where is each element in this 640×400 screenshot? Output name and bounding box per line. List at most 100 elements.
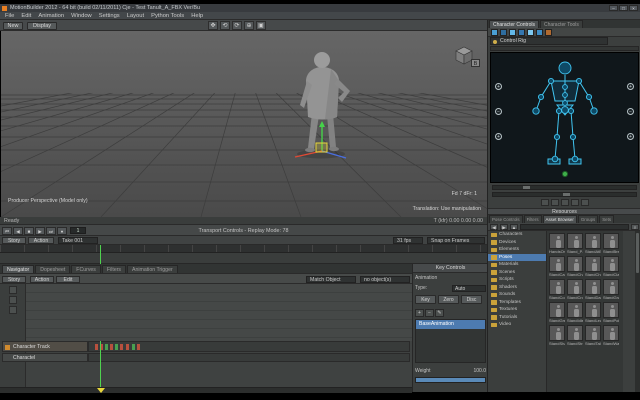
- story-mode-button[interactable]: Edit: [56, 275, 80, 283]
- folder-item[interactable]: Poses: [488, 253, 546, 261]
- asset-thumbnail[interactable]: StandDance..: [585, 279, 601, 300]
- keyframe-mark[interactable]: [115, 344, 118, 350]
- character-toolbar-icon[interactable]: [527, 28, 534, 36]
- forward-icon[interactable]: ▶: [500, 223, 508, 230]
- layer-tool-button[interactable]: +: [415, 309, 424, 317]
- camera-nav-icon[interactable]: ⟳: [232, 21, 242, 30]
- back-icon[interactable]: ◀: [490, 223, 498, 230]
- window-control-button[interactable]: –: [609, 5, 618, 11]
- navigator-tab[interactable]: Animation Trigger: [127, 265, 178, 273]
- layer-tool-button[interactable]: ✎: [435, 309, 444, 317]
- resources-tab[interactable]: Groups: [577, 215, 599, 223]
- asset-thumbnail[interactable]: HandsOnHip..: [549, 233, 565, 254]
- keyframe-mark[interactable]: [120, 344, 123, 350]
- keyframe-mark[interactable]: [95, 344, 98, 350]
- character-panel-tab[interactable]: Character Tools: [539, 20, 583, 28]
- navigator-tab[interactable]: Navigator: [2, 265, 35, 273]
- weight-slider[interactable]: [415, 377, 486, 383]
- key-button[interactable]: Zero: [438, 295, 459, 304]
- asset-thumbnail[interactable]: Stand_P..: [567, 233, 583, 254]
- slider-handle[interactable]: [563, 193, 570, 196]
- take-select[interactable]: Take 001: [58, 237, 98, 244]
- folder-item[interactable]: Characters: [488, 231, 546, 239]
- menu-item[interactable]: Settings: [99, 13, 120, 19]
- viewport-3d[interactable]: Producer Perspective (Model only) Fd 7 d…: [1, 31, 487, 217]
- folder-item[interactable]: Materials: [488, 261, 546, 269]
- window-control-button[interactable]: □: [619, 5, 628, 11]
- asset-thumbnail[interactable]: StandIdle..: [567, 302, 583, 323]
- camera-nav-icon[interactable]: ⊕: [244, 21, 254, 30]
- navigator-tab[interactable]: Dopesheet: [35, 265, 71, 273]
- asset-thumbnail[interactable]: StandLean..: [585, 302, 601, 323]
- blend-slider[interactable]: [492, 192, 637, 197]
- resources-tab[interactable]: Sets: [599, 215, 615, 223]
- character-toolbar-icon[interactable]: [518, 28, 525, 36]
- timeline-ruler[interactable]: [0, 245, 487, 253]
- folder-item[interactable]: Textures: [488, 306, 546, 314]
- blend-slider[interactable]: [492, 185, 637, 190]
- camera-nav-icon[interactable]: ✥: [208, 21, 218, 30]
- character-toolbar-icon[interactable]: [500, 28, 507, 36]
- key-button[interactable]: Disc: [461, 295, 482, 304]
- rig-expand-button[interactable]: +: [627, 133, 634, 140]
- character-panel-tab[interactable]: Character Controls: [489, 20, 539, 28]
- asset-thumbnail[interactable]: StandStret..: [567, 325, 583, 346]
- navigator-tab[interactable]: Filters: [101, 265, 127, 273]
- rig-expand-button[interactable]: −: [627, 108, 634, 115]
- rig-expand-button[interactable]: +: [495, 133, 502, 140]
- menu-item[interactable]: Python Tools: [151, 13, 184, 19]
- character-track-lane[interactable]: [88, 341, 410, 352]
- asset-thumbnail[interactable]: StandClap..: [603, 256, 619, 277]
- asset-thumbnail[interactable]: StandGreet..: [549, 302, 565, 323]
- orientation-cube-icon[interactable]: [455, 46, 473, 65]
- folder-item[interactable]: Scenes: [488, 269, 546, 277]
- folder-item[interactable]: Sounds: [488, 291, 546, 299]
- character-toolbar-icon[interactable]: [491, 28, 498, 36]
- camera-nav-icon[interactable]: ▣: [256, 21, 266, 30]
- resources-header[interactable]: Resources: [488, 208, 640, 215]
- action-toggle[interactable]: Action: [28, 237, 54, 244]
- character-subtrack-lane[interactable]: [88, 353, 410, 362]
- asset-thumbnail[interactable]: StandTalk..: [585, 325, 601, 346]
- folder-item[interactable]: Video: [488, 321, 546, 329]
- camera-label[interactable]: Producer Perspective (Model only): [8, 198, 88, 204]
- keyframe-mark[interactable]: [126, 344, 129, 350]
- resources-tab[interactable]: Pose Controls: [489, 215, 523, 223]
- asset-thumbnail[interactable]: StandGrab..: [603, 279, 619, 300]
- rig-expand-button[interactable]: +: [495, 83, 502, 90]
- fps-select[interactable]: 31 fps: [393, 237, 423, 244]
- match-object-field[interactable]: Match Object: [306, 275, 356, 283]
- asset-thumbnail[interactable]: StandPoint..: [603, 302, 619, 323]
- rig-option-icon[interactable]: [570, 199, 579, 206]
- character-track-header[interactable]: Character Track: [2, 341, 88, 352]
- snap-select[interactable]: Snap on Frames: [427, 237, 485, 244]
- navigator-tab[interactable]: FCurves: [71, 265, 101, 273]
- source-selector[interactable]: Control Rig: [490, 37, 608, 45]
- keyframe-mark[interactable]: [110, 344, 113, 350]
- keyframe-mark[interactable]: [132, 344, 135, 350]
- timeline-track-strip[interactable]: [0, 253, 487, 264]
- folder-item[interactable]: Shaders: [488, 284, 546, 292]
- folder-item[interactable]: Elements: [488, 246, 546, 254]
- story-rail-icon[interactable]: [8, 286, 17, 294]
- window-control-button[interactable]: ×: [629, 5, 638, 11]
- folder-item[interactable]: Scripts: [488, 276, 546, 284]
- layer-tool-button[interactable]: −: [425, 309, 434, 317]
- rig-option-icon[interactable]: [550, 199, 559, 206]
- story-mode-button[interactable]: Action: [30, 275, 54, 283]
- character-subtrack-header[interactable]: Charactel: [2, 353, 88, 362]
- asset-thumbnail[interactable]: StandCross..: [567, 279, 583, 300]
- story-track-area[interactable]: [26, 284, 412, 341]
- new-button[interactable]: New: [3, 21, 23, 30]
- animation-layer-item[interactable]: BaseAnimation: [416, 320, 485, 329]
- key-type-select[interactable]: Auto: [452, 285, 486, 292]
- playhead-cursor[interactable]: [100, 253, 101, 264]
- story-mini-timeline[interactable]: [0, 387, 412, 393]
- asset-thumbnail[interactable]: StandChat..: [567, 256, 583, 277]
- asset-thumbnail[interactable]: StandCasua..: [549, 256, 565, 277]
- playhead-cursor[interactable]: [100, 341, 101, 393]
- story-toggle[interactable]: Story: [2, 237, 26, 244]
- control-rig-view[interactable]: + − + + − +: [490, 52, 639, 183]
- resources-tab[interactable]: Asset Browser: [542, 215, 577, 223]
- folder-item[interactable]: Templates: [488, 299, 546, 307]
